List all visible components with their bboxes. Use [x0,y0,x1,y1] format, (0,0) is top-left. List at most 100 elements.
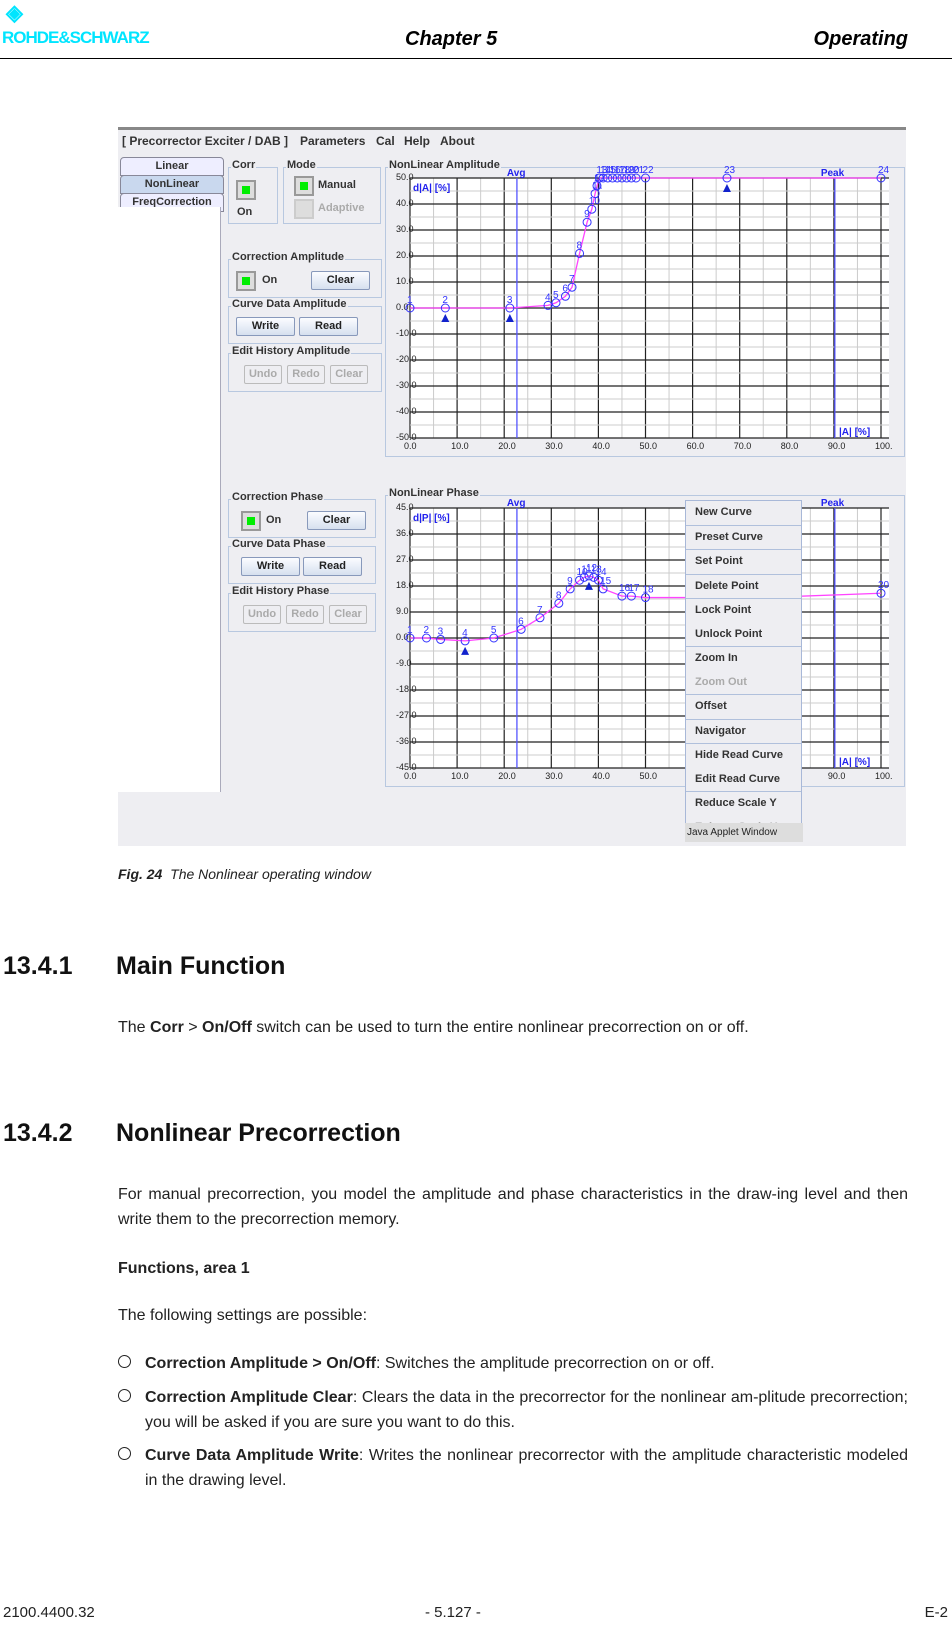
phase-redo-button[interactable]: Redo [286,605,324,624]
list-item: Correction Amplitude > On/Off: Switches … [118,1351,908,1376]
y-tick-label: -20.0 [396,354,417,364]
menu-item-zoom-out[interactable]: Zoom Out [686,671,801,695]
bold-text: On/Off [202,1019,252,1036]
x-tick-label: 90.0 [828,441,846,451]
menu-help[interactable]: Help [404,134,430,148]
menu-item-unlock-point[interactable]: Unlock Point [686,623,801,647]
curve-data-amplitude-group: Curve Data Amplitude Write Read [228,298,382,344]
correction-amplitude-group: Correction Amplitude On Clear [228,251,382,298]
chapter-title: Chapter 5 [405,28,498,50]
phase-undo-button[interactable]: Undo [243,605,281,624]
figure-number: Fig. 24 [118,866,163,882]
menu-about[interactable]: About [440,134,475,148]
group-title: Edit History Phase [231,585,331,597]
bold-text: Correction Amplitude > On/Off [145,1355,376,1372]
x-tick-label: 70.0 [734,441,752,451]
menu-item-hide-read-curve[interactable]: Hide Read Curve [686,743,801,768]
x-tick-label: 50.0 [640,771,658,781]
y-axis-label: d|A| [%] [413,183,450,194]
menu-app-title[interactable]: [ Precorrector Exciter / DAB ] [122,134,288,148]
curve-data-phase-group: Curve Data Phase Write Read [228,538,376,584]
curve-amplitude-write-button[interactable]: Write [236,317,295,336]
menu-parameters[interactable]: Parameters [300,134,365,148]
point-label: 17 [628,583,640,594]
curve-phase-write-button[interactable]: Write [241,557,300,576]
group-title: Correction Amplitude [231,251,346,263]
amplitude-history-clear-button[interactable]: Clear [330,365,368,384]
menu-item-offset[interactable]: Offset [686,694,801,719]
y-tick-label: -36.0 [396,736,417,746]
corr-toggle[interactable] [236,180,256,200]
footer-doc-number: 2100.4400.32 [3,1604,95,1621]
section-title: Main Function [116,952,286,980]
group-title: Curve Data Amplitude [231,298,348,310]
y-tick-label: -27.0 [396,710,417,720]
bullet-icon [118,1355,131,1368]
amplitude-undo-button[interactable]: Undo [244,365,282,384]
correction-amplitude-toggle[interactable] [236,271,256,291]
bullet-icon [118,1389,131,1402]
y-tick-label: -10.0 [396,328,417,338]
amplitude-chart[interactable]: 50.0 40.0 30.0 20.0 10.0 0.0 -10.0 -20.0 -30.0 -4… [386,165,902,457]
point-label: 20 [878,580,890,591]
x-tick-label: 40.0 [592,771,610,781]
paragraph-main-function: The Corr > On/Off switch can be used to … [118,1015,908,1040]
point-label: 5 [491,625,497,636]
menu-item-edit-read-curve[interactable]: Edit Read Curve [686,768,801,792]
marker-label-avg: Avg [507,498,526,509]
y-tick-label: 9.0 [396,606,409,616]
correction-phase-toggle[interactable] [241,511,261,531]
point-label: 7 [537,605,543,616]
manual-label: Manual [318,179,356,191]
correction-phase-clear-button[interactable]: Clear [307,511,366,530]
y-tick-label: 45.0 [396,502,414,512]
point-label: 9 [584,209,590,220]
tab-nonlinear[interactable]: NonLinear [120,175,224,194]
x-tick-label: 0.0 [404,771,417,781]
point-label: 1 [407,295,413,306]
mode-group-title: Mode [286,159,317,171]
x-axis-label: |A| [%] [839,757,870,768]
menu-item-set-point[interactable]: Set Point [686,549,801,574]
phase-history-clear-button[interactable]: Clear [329,605,367,624]
on-label: On [262,274,278,286]
menu-item-lock-point[interactable]: Lock Point [686,598,801,623]
adaptive-toggle[interactable] [294,199,314,219]
corr-group: Corr On [228,159,278,224]
amplitude-redo-button[interactable]: Redo [287,365,325,384]
x-tick-label: 100. [875,441,893,451]
y-tick-label: 50.0 [396,172,414,182]
group-title: Correction Phase [231,491,325,503]
menu-item-delete-point[interactable]: Delete Point [686,573,801,599]
list-item: Correction Amplitude Clear: Clears the d… [118,1385,908,1435]
footer-page-number: - 5.127 - [425,1604,481,1621]
corr-state-label: On [237,206,253,218]
footer-edition: E-2 [924,1604,948,1621]
corr-group-title: Corr [231,159,257,171]
menu-item-navigator[interactable]: Navigator [686,718,801,744]
manual-toggle[interactable] [294,176,314,196]
y-tick-label: -18.0 [396,684,417,694]
group-title: Edit History Amplitude [231,345,352,357]
text: : Switches the amplitude precorrection o… [375,1355,715,1372]
x-tick-label: 10.0 [451,441,469,451]
curve-phase-read-button[interactable]: Read [303,557,362,576]
menu-item-new-curve[interactable]: New Curve [686,501,801,525]
correction-amplitude-clear-button[interactable]: Clear [311,271,370,290]
menu-cal[interactable]: Cal [376,134,395,148]
bold-text: Corr [150,1019,184,1036]
on-label: On [266,514,282,526]
x-tick-label: 30.0 [545,441,563,451]
curve-amplitude-read-button[interactable]: Read [299,317,358,336]
subheading-functions-area-1: Functions, area 1 [118,1260,250,1277]
point-label: 6 [518,616,524,627]
menu-item-zoom-in[interactable]: Zoom In [686,646,801,671]
point-label: 7 [569,274,575,285]
text: The [118,1019,151,1036]
menu-item-reduce-scale-y[interactable]: Reduce Scale Y [686,791,801,816]
point-label: 9 [567,576,573,587]
tab-linear[interactable]: Linear [120,157,224,176]
point-label: 2 [423,625,429,636]
menu-item-preset-curve[interactable]: Preset Curve [686,524,801,550]
phase-chart[interactable]: 45.0 36.0 27.0 18.0 9.0 0.0 -9.0 -18.0 -27.0 -36.… [386,495,902,785]
